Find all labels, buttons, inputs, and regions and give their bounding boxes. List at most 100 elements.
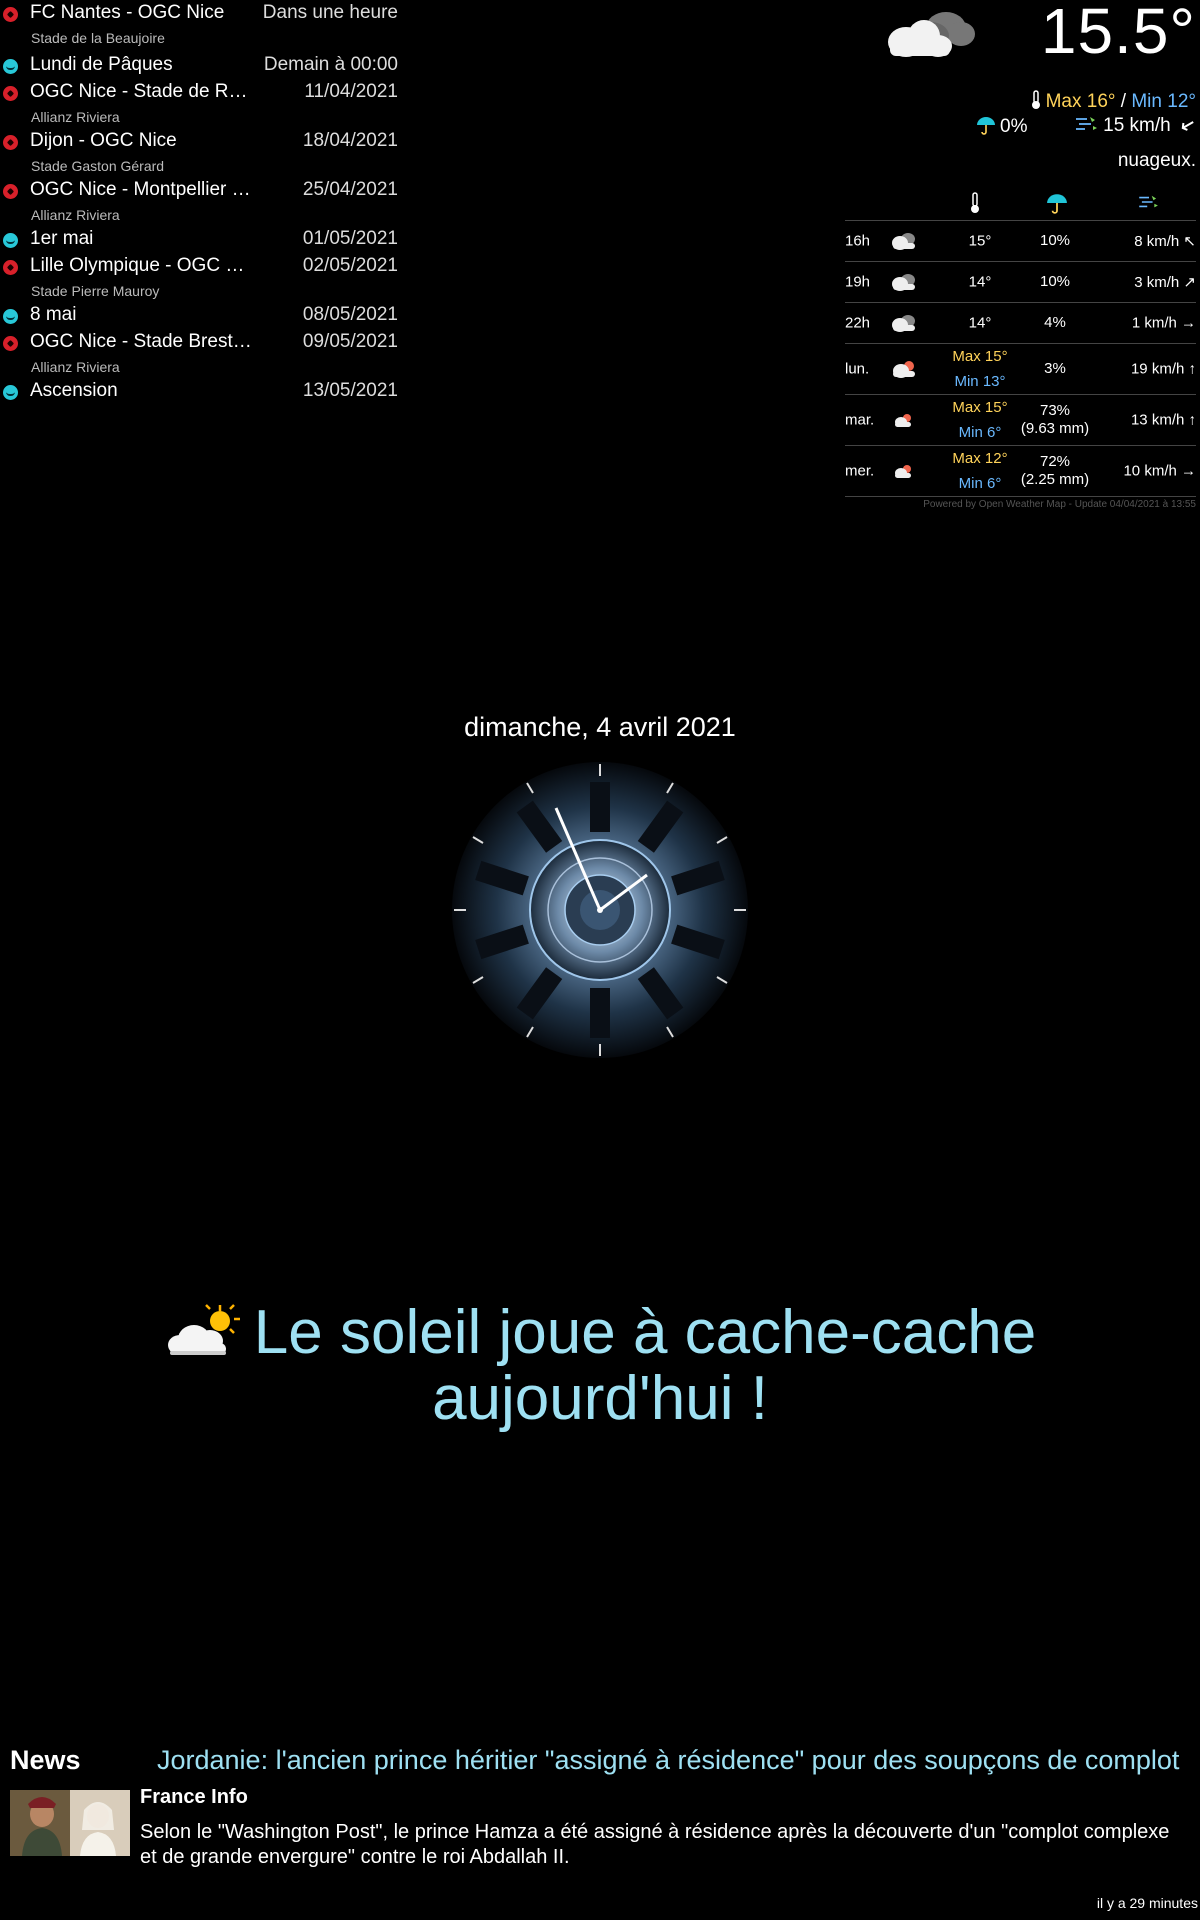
calendar-event: OGC Nice - Stade de Reims 11/04/2021 All… [0, 79, 400, 128]
forecast-rain: 10% [1039, 232, 1071, 249]
wind-direction-arrow-icon: ↑ [1188, 411, 1197, 429]
forecast-day: mer. [845, 462, 875, 480]
soccer-ball-icon [3, 7, 18, 22]
calendar-event: OGC Nice - Montpellier Hé… 25/04/2021 Al… [0, 177, 400, 226]
rain-amount: (9.63 mm) [1020, 420, 1090, 437]
forecast-row: 16h 15° 10% 8 km/h ↖ [845, 221, 1196, 262]
forecast-row: mar. Max 15° Min 6° 73% (9.63 mm) 13 km/h … [845, 395, 1196, 446]
wind-direction-arrow-icon: → [1181, 314, 1196, 332]
forecast-rain: 4% [1044, 314, 1066, 331]
event-title: Lille Olympique - OGC Nic… [30, 255, 252, 276]
event-title: OGC Nice - Stade Brestois [30, 331, 252, 352]
news-headline[interactable]: Jordanie: l'ancien prince héritier "assi… [157, 1745, 1179, 1776]
event-time: 11/04/2021 [304, 81, 398, 102]
compliment-line-2: aujourd'hui ! [432, 1364, 768, 1433]
forecast-min: Min 6° [958, 424, 1002, 441]
forecast-rain: 10% [1039, 273, 1071, 290]
event-title: Ascension [30, 380, 118, 401]
forecast-wind: 8 km/h ↖ [1134, 232, 1196, 250]
event-title: Lundi de Pâques [30, 54, 173, 75]
event-title: Dijon - OGC Nice [30, 130, 177, 151]
min-temperature: Min 12° [1131, 91, 1196, 112]
event-title: FC Nantes - OGC Nice [30, 2, 225, 23]
weather-forecast-table: 16h 15° 10% 8 km/h ↖ 19h 14° 10% 3 km/h … [845, 190, 1196, 510]
cloud-rain-icon [893, 361, 915, 378]
rain-value: 73% [1039, 402, 1071, 419]
forecast-wind: 13 km/h ↑ [1131, 412, 1196, 429]
event-time: 25/04/2021 [302, 179, 398, 200]
wind-icon [1076, 117, 1098, 130]
wind-icon [1139, 195, 1158, 208]
temperature-range: Max 16° / Min 12° [1030, 90, 1196, 113]
event-location: Allianz Riviera [31, 359, 120, 375]
soccer-ball-icon [3, 260, 18, 275]
clock-date: dimanche, 4 avril 2021 [464, 712, 736, 742]
news-source: France Info [140, 1786, 248, 1808]
rain-value: 72% [1039, 453, 1071, 470]
event-title: OGC Nice - Montpellier Hé… [30, 179, 252, 200]
calendar-event: Dijon - OGC Nice 18/04/2021 Stade Gaston… [0, 128, 400, 177]
wind-direction-arrow-icon [1181, 121, 1194, 131]
smile-icon [3, 59, 18, 74]
event-time: Demain à 00:00 [263, 54, 398, 75]
weather-description: nuageux. [1117, 150, 1196, 171]
compliment: Le soleil joue à cache-cache aujourd'hui… [100, 1300, 1100, 1432]
wind-direction-arrow-icon: → [1181, 462, 1196, 480]
event-title: OGC Nice - Stade de Reims [30, 81, 252, 102]
event-time: 01/05/2021 [302, 228, 398, 249]
current-temperature: 15.5° [1040, 0, 1196, 67]
wind-value: 19 km/h [1130, 360, 1185, 378]
forecast-row: 19h 14° 10% 3 km/h ↗ [845, 262, 1196, 303]
news-label: News [10, 1745, 81, 1775]
forecast-min: Min 13° [954, 373, 1006, 390]
forecast-wind: 1 km/h → [1132, 315, 1196, 332]
analog-clock [452, 762, 748, 1058]
forecast-wind: 10 km/h → [1123, 463, 1196, 480]
event-time: 18/04/2021 [302, 130, 398, 151]
wind-direction-arrow-icon: ↖ [1183, 233, 1196, 250]
calendar-event: 1er mai 01/05/2021 [0, 226, 400, 253]
forecast-temperature: 14° [968, 314, 992, 332]
soccer-ball-icon [3, 184, 18, 199]
forecast-wind: 3 km/h ↗ [1134, 273, 1196, 291]
wind-value: 13 km/h [1130, 411, 1185, 429]
wind-value: 1 km/h [1131, 314, 1177, 332]
news-thumbnail[interactable] [10, 1790, 130, 1856]
rain-value: 0% [1000, 116, 1028, 137]
soccer-ball-icon [3, 135, 18, 150]
forecast-row: lun. Max 15° Min 13° 3% 19 km/h ↑ [845, 344, 1196, 395]
rain-probability: 0% [976, 115, 1027, 138]
event-title: 8 mai [30, 304, 77, 325]
forecast-temperature: 15° [968, 232, 992, 250]
event-time: 09/05/2021 [302, 331, 398, 352]
max-temperature: Max 16° [1045, 91, 1116, 112]
event-location: Stade Pierre Mauroy [31, 283, 160, 299]
smile-icon [3, 309, 18, 324]
event-time: 02/05/2021 [302, 255, 398, 276]
smile-icon [3, 385, 18, 400]
forecast-wind: 19 km/h ↑ [1131, 361, 1196, 378]
cloudy-icon [892, 274, 915, 291]
forecast-temperature: Max 15° Min 6° [935, 395, 1025, 445]
forecast-row: mer. Max 12° Min 6° 72% (2.25 mm) 10 km/h … [845, 446, 1196, 497]
event-time: Dans une heure [262, 2, 398, 23]
event-time: 08/05/2021 [302, 304, 398, 325]
forecast-min: Min 6° [958, 475, 1002, 492]
event-location: Allianz Riviera [31, 207, 120, 223]
cloud-rain-icon [895, 465, 911, 478]
rain-amount: (2.25 mm) [1020, 471, 1090, 488]
wind-value: 15 km/h [1103, 115, 1171, 136]
calendar-event: 8 mai 08/05/2021 [0, 302, 400, 329]
event-title: 1er mai [30, 228, 94, 249]
cloudy-icon [892, 233, 915, 250]
umbrella-icon [1047, 194, 1067, 214]
forecast-row: 22h 14° 4% 1 km/h → [845, 303, 1196, 344]
forecast-temperature: Max 15° Min 13° [935, 344, 1025, 394]
forecast-header [845, 190, 1196, 221]
event-location: Allianz Riviera [31, 109, 120, 125]
calendar-event: FC Nantes - OGC Nice Dans une heure Stad… [0, 0, 400, 52]
thermometer-icon [971, 192, 979, 213]
thermometer-icon [1031, 90, 1040, 109]
wind-direction-arrow-icon: ↑ [1188, 360, 1197, 378]
forecast-rain: 73% (9.63 mm) [1015, 402, 1095, 438]
